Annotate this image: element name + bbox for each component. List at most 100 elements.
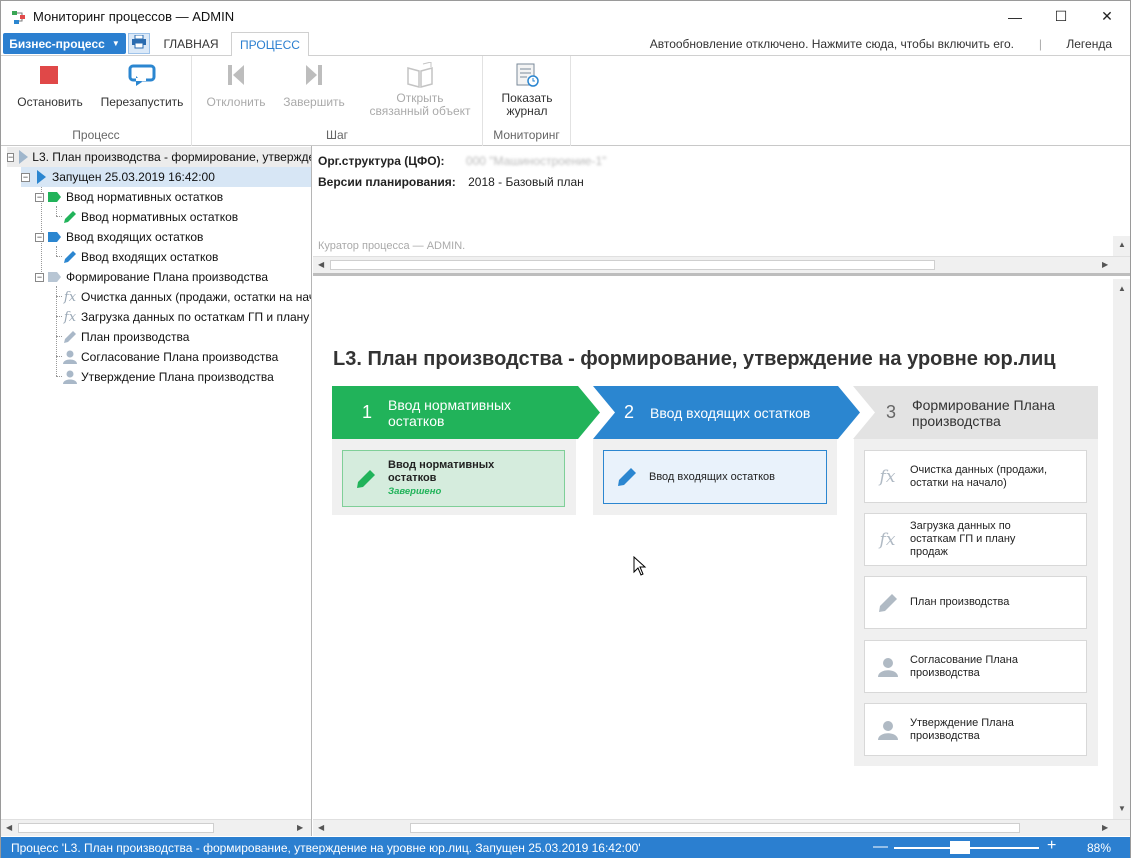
scroll-thumb[interactable]	[410, 823, 1020, 833]
scroll-right-icon[interactable]: ▶	[1102, 823, 1108, 832]
collapse-icon[interactable]: −	[21, 172, 30, 182]
pencil-icon	[63, 210, 77, 224]
scroll-left-icon[interactable]: ◀	[318, 260, 324, 269]
org-structure-value: 000 "Машиностроение-1"	[465, 154, 607, 168]
reject-label: Отклонить	[206, 95, 266, 109]
print-button[interactable]	[128, 33, 150, 54]
show-journal-button[interactable]: Показать журнал	[491, 62, 563, 118]
chevron-down-icon: ▼	[111, 39, 120, 48]
collapse-icon[interactable]: −	[35, 192, 44, 202]
stage-3-header[interactable]: 3 Формирование Плана производства	[853, 386, 1103, 439]
tab-main[interactable]: ГЛАВНАЯ	[156, 32, 226, 56]
task-card-stage3-2[interactable]: fx Загрузка данных по остаткам ГП и плану…	[864, 513, 1087, 566]
tree-item-stage3-task4-label: Согласование Плана производства	[81, 350, 279, 364]
process-info-panel: Орг.структура (ЦФО): 000 "Машиностроение…	[313, 146, 1130, 276]
collapse-icon[interactable]: −	[7, 152, 15, 162]
task-card-stage3-3-text: План производства	[910, 596, 1010, 608]
task-card-stage3-4[interactable]: Согласование Плана производства	[864, 640, 1087, 693]
open-related-object-button[interactable]: Открыть связанный объект	[364, 60, 476, 118]
scroll-right-icon[interactable]: ▶	[1102, 260, 1108, 269]
tree-item-root[interactable]: − L3. План производства - формирование, …	[7, 147, 312, 167]
reject-button[interactable]: Отклонить	[202, 62, 270, 109]
show-journal-label-1: Показать	[501, 91, 553, 105]
zoom-in-button[interactable]: +	[1047, 837, 1056, 855]
open-book-icon	[405, 60, 435, 91]
legend-link[interactable]: Легенда	[1066, 37, 1112, 51]
maximize-button[interactable]: ☐	[1038, 1, 1084, 32]
tree-item-run-label: Запущен 25.03.2019 16:42:00	[52, 170, 215, 184]
tree-item-root-label: L3. План производства - формирование, ут…	[32, 150, 312, 164]
info-vertical-scrollbar[interactable]: ▲	[1113, 236, 1130, 256]
org-structure-row: Орг.структура (ЦФО): 000 "Машиностроение…	[318, 154, 606, 168]
task-card-stage3-1[interactable]: fx Очистка данных (продажи, остатки на на…	[864, 450, 1087, 503]
scroll-thumb[interactable]	[330, 260, 935, 270]
scroll-down-icon[interactable]: ▼	[1118, 804, 1126, 813]
close-button[interactable]: ✕	[1084, 1, 1130, 32]
stage-2-header[interactable]: 2 Ввод входящих остатков	[593, 386, 843, 439]
process-diagram-panel: L3. План производства - формирование, ут…	[313, 279, 1130, 836]
task-card-stage2-text: Ввод входящих остатков	[649, 470, 775, 483]
minimize-button[interactable]: —	[992, 1, 1038, 32]
tree-horizontal-scrollbar[interactable]: ◀ ▶	[1, 819, 311, 836]
scroll-left-icon[interactable]: ◀	[6, 823, 12, 832]
tab-process[interactable]: ПРОЦЕСС	[231, 32, 309, 57]
process-play-icon	[18, 150, 29, 164]
step-back-icon	[226, 64, 246, 89]
tree-item-stage1-task[interactable]: Ввод нормативных остатков	[63, 207, 238, 227]
run-play-icon	[34, 170, 48, 184]
zoom-slider-thumb[interactable]	[950, 841, 971, 854]
stage-tag-icon	[48, 270, 62, 284]
tree-item-stage1-task-label: Ввод нормативных остатков	[81, 210, 239, 224]
user-icon	[63, 350, 77, 364]
stage-1-name: Ввод нормативных остатков	[388, 396, 512, 429]
diagram-vertical-scrollbar[interactable]: ▲ ▼	[1113, 279, 1130, 819]
task-card-stage3-5[interactable]: Утверждение Плана производства	[864, 703, 1087, 756]
function-icon: fx	[879, 529, 896, 550]
scroll-thumb[interactable]	[18, 823, 214, 833]
task-card-stage3-3[interactable]: План производства	[864, 576, 1087, 629]
tree-item-stage1[interactable]: − Ввод нормативных остатков	[35, 187, 223, 207]
scroll-left-icon[interactable]: ◀	[318, 823, 324, 832]
tree-item-stage3-task3[interactable]: План производства	[63, 327, 189, 347]
pencil-icon	[604, 467, 649, 487]
finish-label: Завершить	[283, 95, 345, 109]
diagram-horizontal-scrollbar[interactable]: ◀ ▶	[313, 819, 1130, 836]
tree-item-stage3-task4[interactable]: Согласование Плана производства	[63, 347, 278, 367]
tree-item-stage3-task1[interactable]: fx Очистка данных (продажи, остатки на н…	[63, 287, 311, 307]
scroll-right-icon[interactable]: ▶	[297, 823, 303, 832]
stage-tag-icon	[48, 230, 62, 244]
scroll-up-icon[interactable]: ▲	[1118, 240, 1126, 249]
stop-button[interactable]: Остановить	[15, 62, 85, 109]
function-icon: fx	[879, 466, 896, 487]
ribbon: Остановить Перезапустить Процесс Отклони…	[1, 56, 1130, 146]
info-horizontal-scrollbar[interactable]: ◀ ▶	[313, 256, 1130, 273]
scroll-up-icon[interactable]: ▲	[1118, 284, 1126, 293]
tree-item-stage3[interactable]: − Формирование Плана производства	[35, 267, 268, 287]
restart-button[interactable]: Перезапустить	[99, 62, 185, 109]
tree-item-stage3-task5[interactable]: Утверждение Плана производства	[63, 367, 274, 387]
tree-item-stage2[interactable]: − Ввод входящих остатков	[35, 227, 203, 247]
stop-label: Остановить	[17, 95, 83, 109]
tree-item-stage2-label: Ввод входящих остатков	[66, 230, 204, 244]
tab-separator: |	[1038, 37, 1042, 51]
tree-item-stage3-task5-label: Утверждение Плана производства	[81, 370, 274, 384]
zoom-out-button[interactable]: —	[873, 838, 888, 855]
title-bar: Мониторинг процессов — ADMIN — ☐ ✕	[1, 1, 1130, 32]
collapse-icon[interactable]: −	[35, 272, 44, 282]
business-process-menu-button[interactable]: Бизнес-процесс ▼	[3, 33, 126, 54]
finish-button[interactable]: Завершить	[280, 62, 348, 109]
tree-item-run[interactable]: − Запущен 25.03.2019 16:42:00	[21, 167, 311, 187]
tree-item-stage2-task[interactable]: Ввод входящих остатков	[63, 247, 218, 267]
stage-1-header[interactable]: 1 Ввод нормативных остатков	[332, 386, 582, 439]
task-status-completed: Завершено	[388, 486, 442, 497]
mouse-cursor-icon	[633, 555, 647, 579]
autoupdate-link[interactable]: Автообновление отключено. Нажмите сюда, …	[650, 37, 1014, 51]
collapse-icon[interactable]: −	[35, 232, 44, 242]
task-card-stage2[interactable]: Ввод входящих остатков	[603, 450, 827, 504]
open-related-label-1: Открыть	[396, 91, 444, 105]
task-card-stage1[interactable]: Ввод нормативных остатков Завершено	[342, 450, 565, 507]
ribbon-group-process: Остановить Перезапустить Процесс	[1, 56, 192, 146]
tree-item-stage3-task2[interactable]: fx Загрузка данных по остаткам ГП и план…	[63, 307, 311, 327]
tree-item-stage3-task2-label: Загрузка данных по остаткам ГП и плану п…	[81, 310, 311, 324]
pencil-icon	[63, 250, 77, 264]
